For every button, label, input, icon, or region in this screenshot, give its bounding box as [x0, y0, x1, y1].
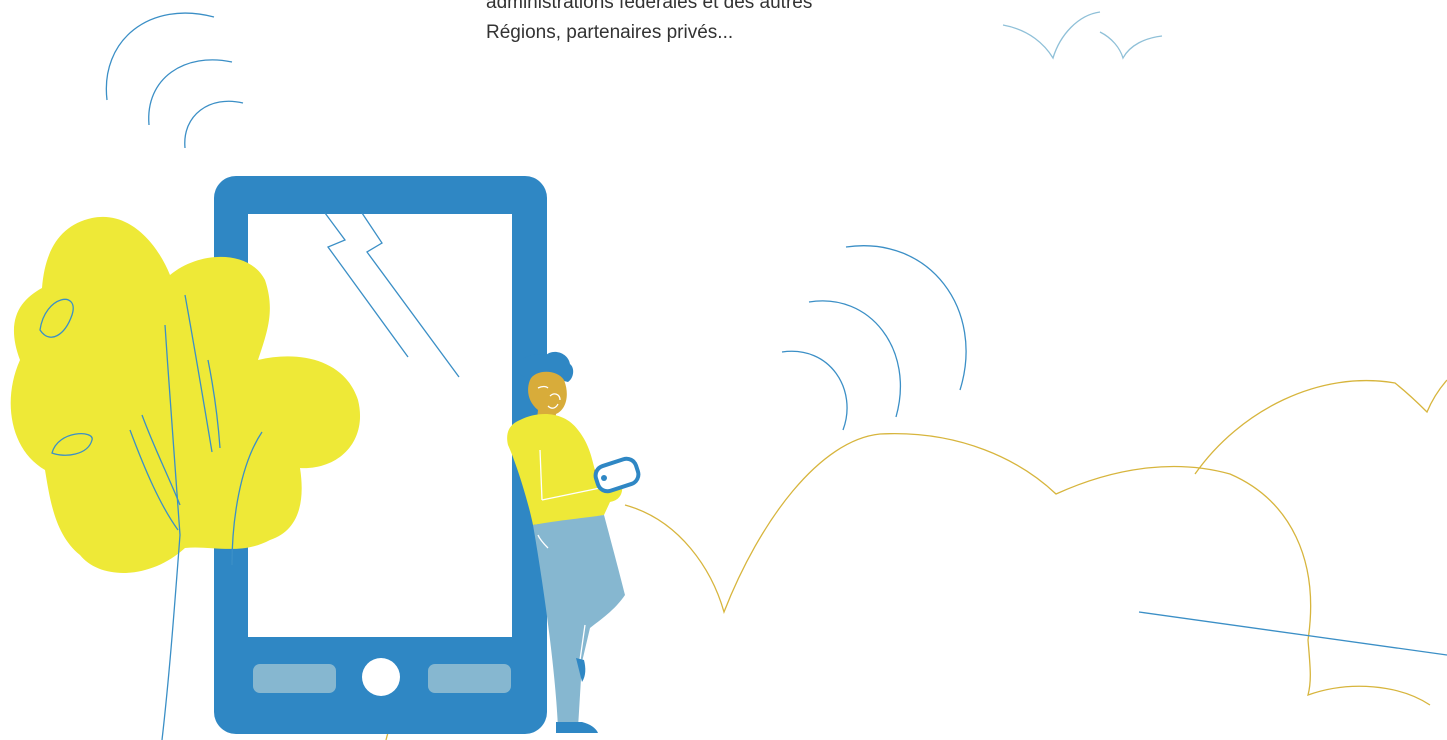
page: administrations fédérales et des autres … [0, 0, 1447, 740]
horizon-line [1138, 611, 1447, 656]
bird-icon [1002, 11, 1163, 60]
signal-waves-icon [781, 245, 967, 431]
smartphone-illustration [10, 11, 1447, 740]
signal-waves-icon [105, 12, 244, 149]
